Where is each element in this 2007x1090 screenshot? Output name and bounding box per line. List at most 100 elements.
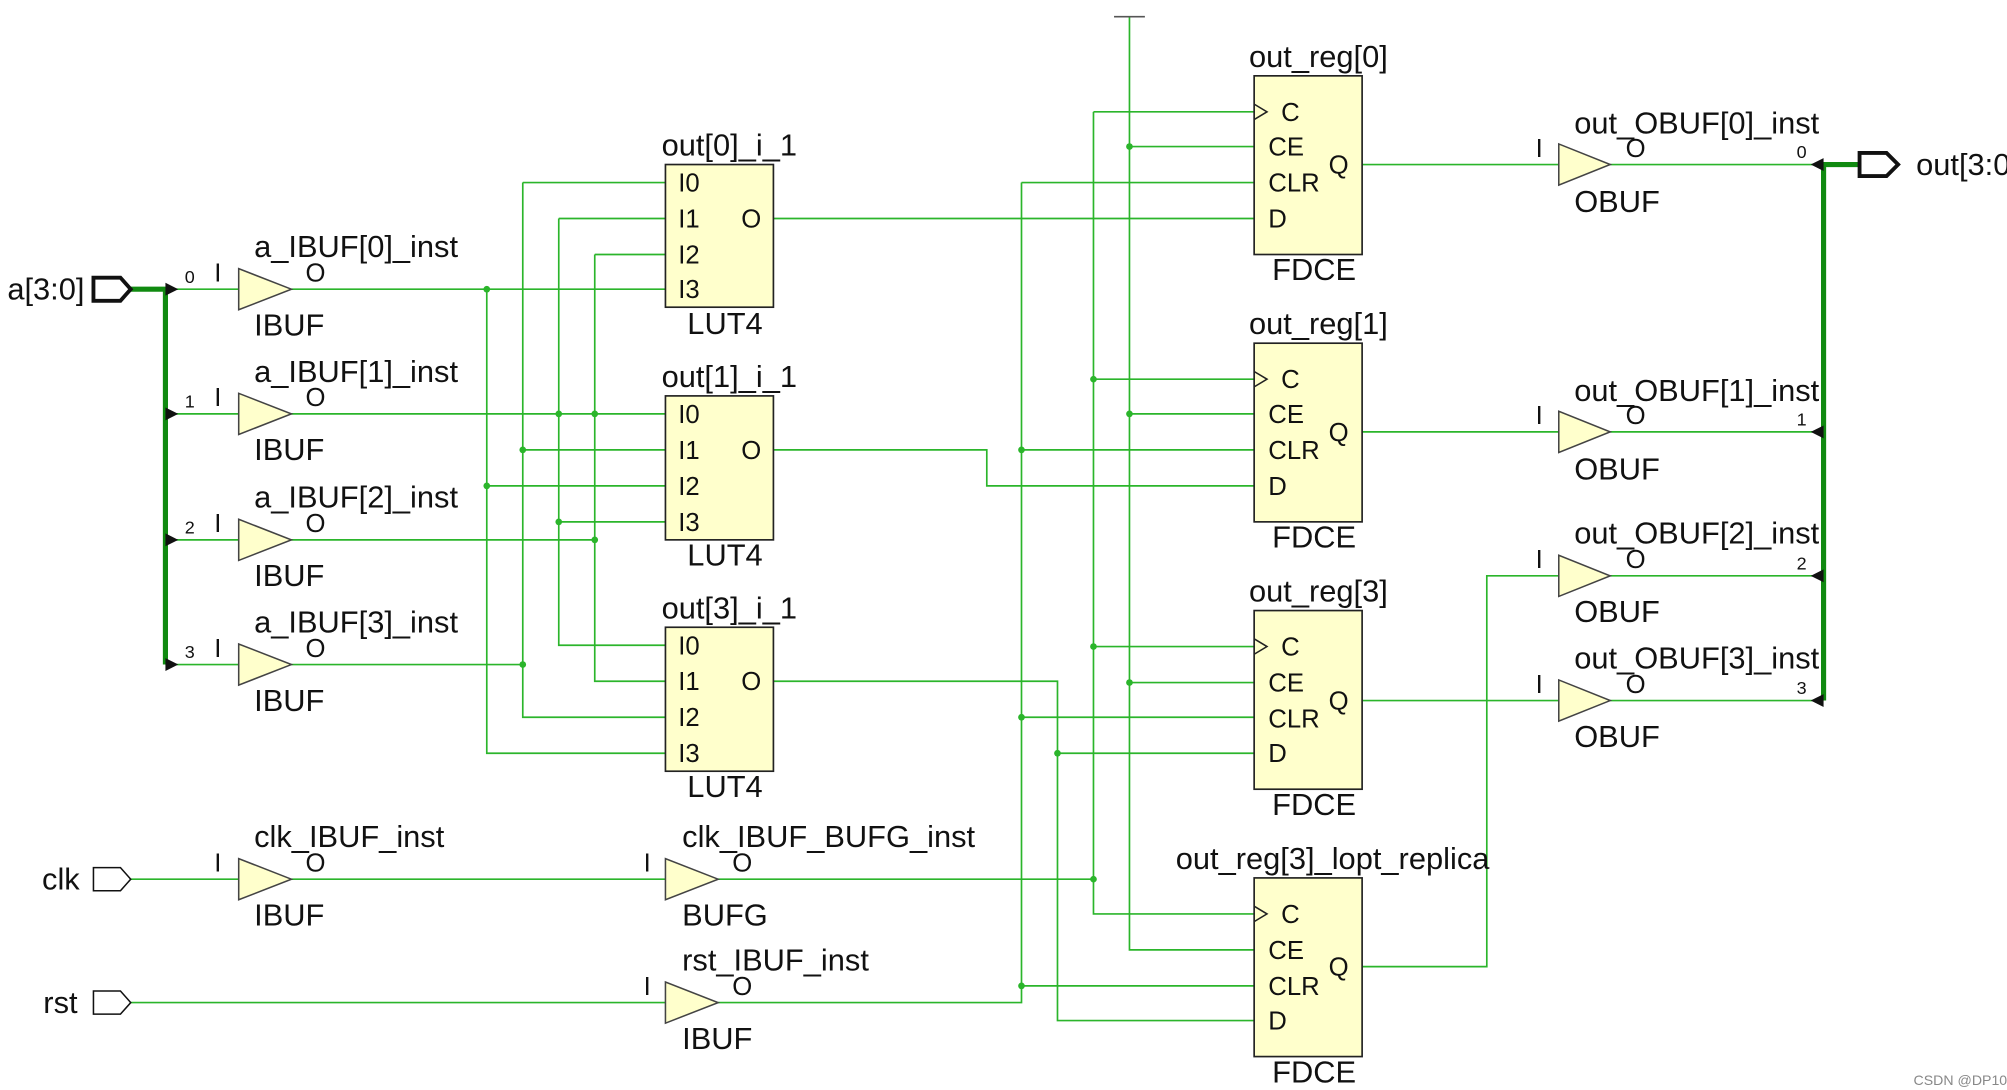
cell-type: FDCE bbox=[1272, 1054, 1356, 1089]
pin-i: I bbox=[1536, 671, 1543, 699]
a-bus-index-1: 1 bbox=[185, 391, 195, 411]
pin-i0: I0 bbox=[678, 632, 699, 660]
pin-i3: I3 bbox=[678, 740, 699, 768]
pin-i0: I0 bbox=[678, 170, 699, 198]
pin-d: D bbox=[1268, 206, 1287, 234]
pin-q: Q bbox=[1329, 688, 1349, 716]
port-rst-label: rst bbox=[43, 985, 78, 1020]
obuf-out0[interactable]: I O out_OBUF[0]_inst OBUF bbox=[1536, 106, 1820, 219]
instance-name: out[0]_i_1 bbox=[662, 128, 797, 163]
schematic-canvas: 0 1 2 3 0 1 2 3 a[3:0] clk rst out[3:0] … bbox=[7, 15, 2007, 1089]
pin-i2: I2 bbox=[678, 704, 699, 732]
obuf-out3[interactable]: I O out_OBUF[3]_inst OBUF bbox=[1536, 640, 1820, 753]
pin-q: Q bbox=[1329, 954, 1349, 982]
lut4-out3[interactable]: out[3]_i_1 I0 I1 I2 I3 O LUT4 bbox=[662, 590, 797, 804]
fdce-out-reg3-lopt-replica[interactable]: out_reg[3]_lopt_replica C CE CLR D Q FDC… bbox=[1176, 841, 1490, 1089]
cell-type: OBUF bbox=[1574, 451, 1660, 486]
cell-type: OBUF bbox=[1574, 184, 1660, 219]
cell-type: LUT4 bbox=[687, 769, 762, 804]
cell-type: IBUF bbox=[254, 558, 324, 593]
instance-name: a_IBUF[1]_inst bbox=[254, 354, 458, 389]
instance-name: rst_IBUF_inst bbox=[682, 942, 869, 977]
pin-ce: CE bbox=[1268, 401, 1304, 429]
out-bus-index-1: 1 bbox=[1797, 409, 1807, 429]
port-out-label: out[3:0] bbox=[1916, 147, 2007, 182]
port-a-label: a[3:0] bbox=[7, 271, 84, 306]
pin-d: D bbox=[1268, 473, 1287, 501]
instance-name: a_IBUF[2]_inst bbox=[254, 480, 458, 515]
cell-type: IBUF bbox=[682, 1021, 752, 1056]
pin-i: I bbox=[1536, 546, 1543, 574]
ibuf-rst[interactable]: I O rst_IBUF_inst IBUF bbox=[644, 942, 870, 1055]
cell-type: IBUF bbox=[254, 683, 324, 718]
a-bus-index-3: 3 bbox=[185, 642, 195, 662]
pin-i2: I2 bbox=[678, 242, 699, 270]
instance-name: out_reg[1] bbox=[1249, 306, 1388, 341]
pin-i1: I1 bbox=[678, 668, 699, 696]
ibuf-a3[interactable]: I O a_IBUF[3]_inst IBUF bbox=[214, 604, 458, 717]
pin-c: C bbox=[1281, 366, 1300, 394]
output-bus-out bbox=[1821, 161, 1860, 701]
ibuf-clk[interactable]: I O clk_IBUF_inst IBUF bbox=[214, 819, 444, 932]
pin-i3: I3 bbox=[678, 509, 699, 537]
a-bus-index-2: 2 bbox=[185, 517, 195, 537]
port-clk[interactable]: clk bbox=[42, 861, 132, 896]
ibuf-a0[interactable]: I O a_IBUF[0]_inst IBUF bbox=[214, 229, 458, 342]
cell-type: OBUF bbox=[1574, 719, 1660, 754]
port-out[interactable]: out[3:0] bbox=[1857, 147, 2007, 182]
port-a[interactable]: a[3:0] bbox=[7, 271, 134, 306]
obuf-out1[interactable]: I O out_OBUF[1]_inst OBUF bbox=[1536, 373, 1820, 486]
pin-i: I bbox=[644, 973, 651, 1001]
obuf-out2[interactable]: I O out_OBUF[2]_inst OBUF bbox=[1536, 516, 1820, 629]
cell-type: FDCE bbox=[1272, 252, 1356, 287]
fdce-out-reg0[interactable]: out_reg[0] C CE CLR D Q FDCE bbox=[1249, 39, 1388, 287]
cell-type: OBUF bbox=[1574, 594, 1660, 629]
pin-i: I bbox=[644, 849, 651, 877]
ibuf-a2[interactable]: I O a_IBUF[2]_inst IBUF bbox=[214, 480, 458, 593]
pin-o: O bbox=[741, 206, 761, 234]
pin-i: I bbox=[214, 510, 221, 538]
pin-i3: I3 bbox=[678, 276, 699, 304]
lut4-out0[interactable]: out[0]_i_1 I0 I1 I2 I3 O LUT4 bbox=[662, 128, 797, 342]
pin-clr: CLR bbox=[1268, 973, 1319, 1001]
pin-c: C bbox=[1281, 901, 1300, 929]
pin-clr: CLR bbox=[1268, 706, 1319, 734]
cell-type: LUT4 bbox=[687, 306, 762, 341]
pin-o: O bbox=[741, 437, 761, 465]
ibuf-a1[interactable]: I O a_IBUF[1]_inst IBUF bbox=[214, 354, 458, 467]
fdce-out-reg3[interactable]: out_reg[3] C CE CLR D Q FDCE bbox=[1249, 574, 1388, 822]
input-bus-a bbox=[130, 286, 169, 665]
port-clk-label: clk bbox=[42, 861, 80, 896]
pin-ce: CE bbox=[1268, 937, 1304, 965]
instance-name: a_IBUF[3]_inst bbox=[254, 604, 458, 639]
cell-type: BUFG bbox=[682, 897, 768, 932]
a-bus-index-0: 0 bbox=[185, 267, 195, 287]
pin-ce: CE bbox=[1268, 670, 1304, 698]
fdce-out-reg1[interactable]: out_reg[1] C CE CLR D Q FDCE bbox=[1249, 306, 1388, 554]
cell-type: FDCE bbox=[1272, 520, 1356, 555]
bufg-clk[interactable]: I O clk_IBUF_BUFG_inst BUFG bbox=[644, 819, 976, 932]
pin-i: I bbox=[214, 259, 221, 287]
pin-ce: CE bbox=[1268, 134, 1304, 162]
lut4-out1[interactable]: out[1]_i_1 I0 I1 I2 I3 O LUT4 bbox=[662, 359, 797, 573]
instance-name: out_reg[3]_lopt_replica bbox=[1176, 841, 1490, 876]
pin-q: Q bbox=[1329, 152, 1349, 180]
port-rst[interactable]: rst bbox=[43, 985, 132, 1020]
cell-type: LUT4 bbox=[687, 538, 762, 573]
pin-q: Q bbox=[1329, 419, 1349, 447]
pin-clr: CLR bbox=[1268, 437, 1319, 465]
pin-i1: I1 bbox=[678, 206, 699, 234]
cell-type: IBUF bbox=[254, 432, 324, 467]
out-bus-index-3: 3 bbox=[1797, 678, 1807, 698]
cell-type: IBUF bbox=[254, 307, 324, 342]
out-bus-index-2: 2 bbox=[1797, 553, 1807, 573]
instance-name: out_reg[0] bbox=[1249, 39, 1388, 74]
pin-clr: CLR bbox=[1268, 170, 1319, 198]
pin-i: I bbox=[214, 849, 221, 877]
instance-name: out[3]_i_1 bbox=[662, 590, 797, 625]
pin-i: I bbox=[214, 384, 221, 412]
instance-name: clk_IBUF_inst bbox=[254, 819, 445, 854]
instance-name: out_OBUF[2]_inst bbox=[1574, 516, 1819, 551]
cell-type: FDCE bbox=[1272, 787, 1356, 822]
net-junctions bbox=[483, 143, 1133, 990]
